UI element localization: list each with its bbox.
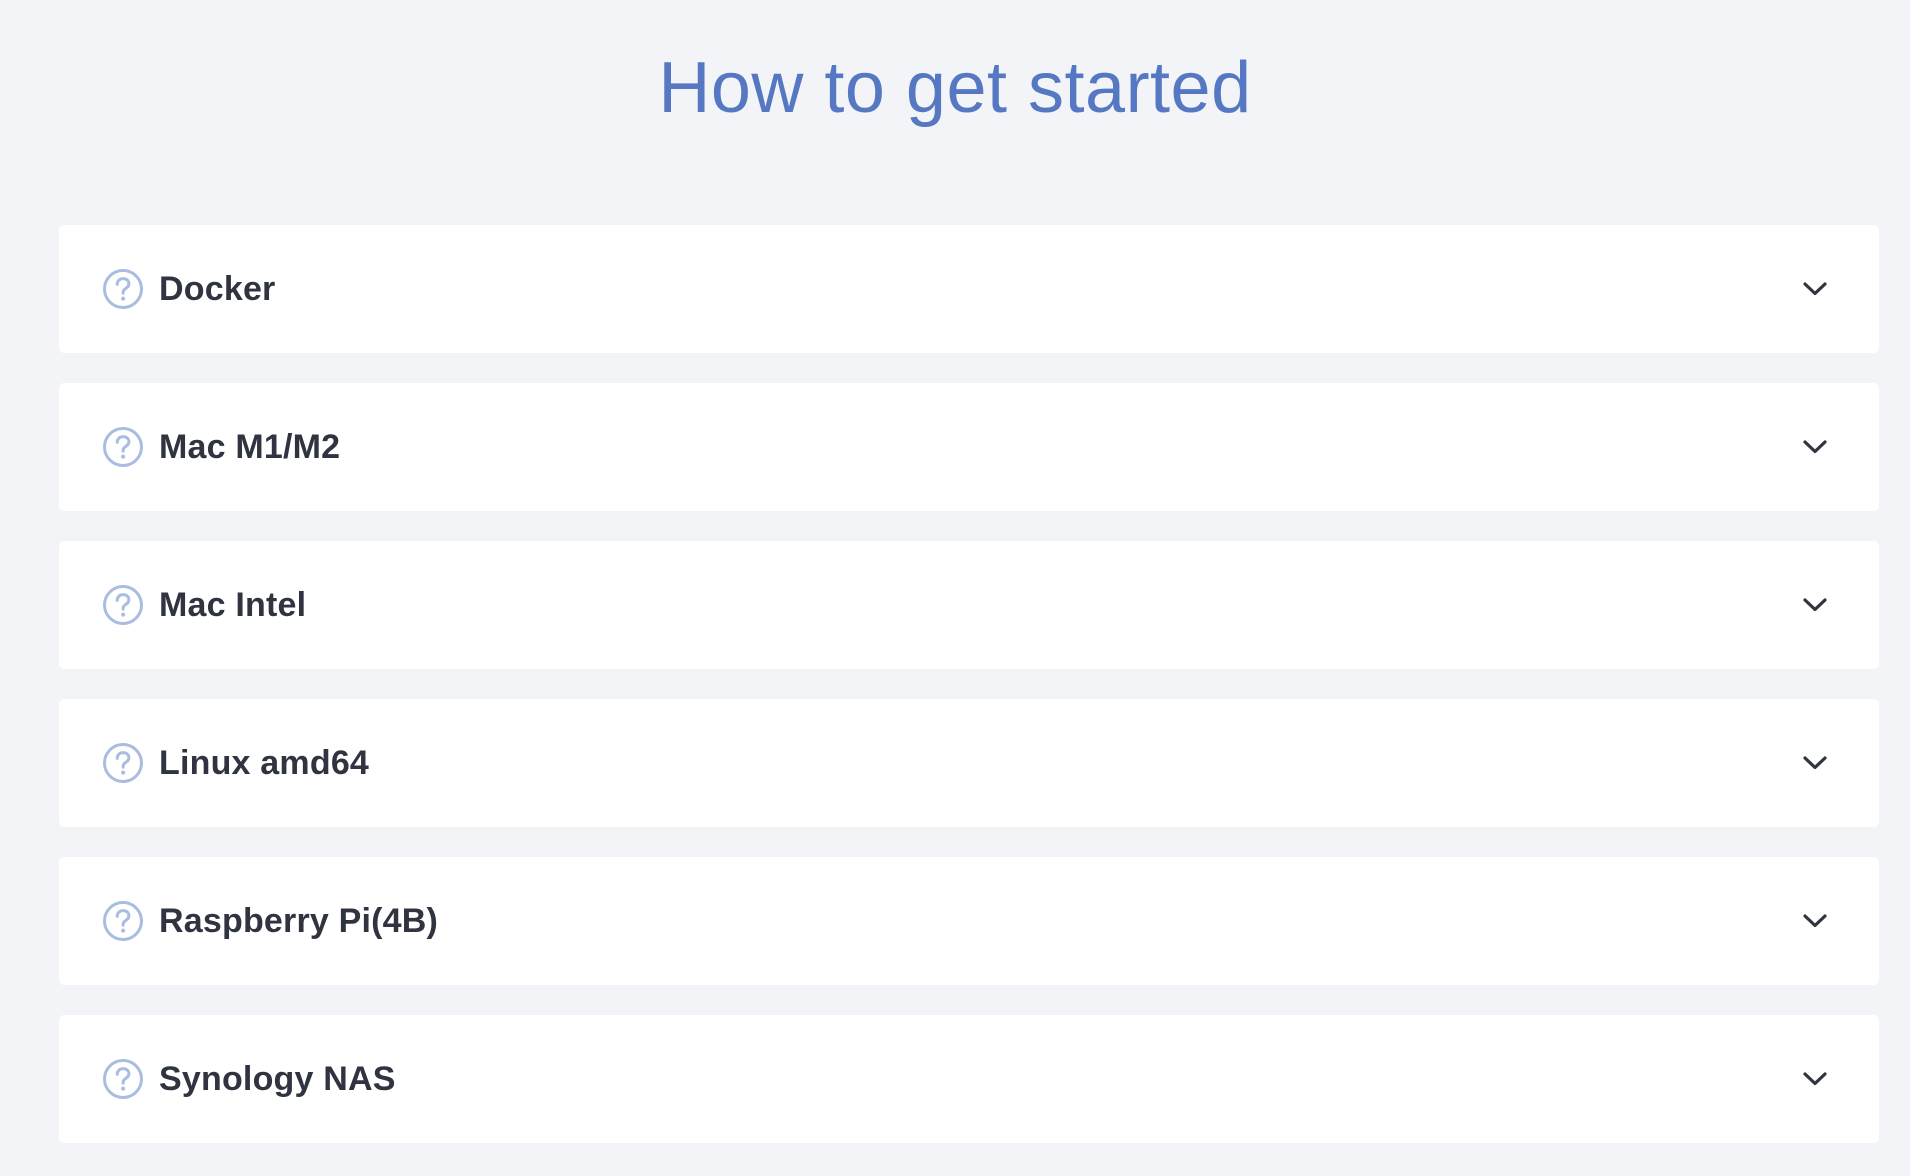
question-circle-icon bbox=[102, 900, 144, 942]
question-circle-icon bbox=[102, 268, 144, 310]
question-circle-icon bbox=[102, 742, 144, 784]
question-circle-icon bbox=[102, 1058, 144, 1100]
faq-item-mac-intel[interactable]: Mac Intel bbox=[59, 541, 1879, 669]
chevron-down-icon[interactable] bbox=[1800, 748, 1830, 778]
question-circle-icon bbox=[102, 584, 144, 626]
faq-item-synology-nas[interactable]: Synology NAS bbox=[59, 1015, 1879, 1143]
faq-item-mac-m1-m2[interactable]: Mac M1/M2 bbox=[59, 383, 1879, 511]
faq-item-label: Mac M1/M2 bbox=[159, 427, 341, 466]
question-circle-icon bbox=[102, 426, 144, 468]
chevron-down-icon[interactable] bbox=[1800, 906, 1830, 936]
chevron-down-icon[interactable] bbox=[1800, 1064, 1830, 1094]
chevron-down-icon[interactable] bbox=[1800, 432, 1830, 462]
faq-item-label: Docker bbox=[159, 269, 276, 308]
faq-item-docker[interactable]: Docker bbox=[59, 225, 1879, 353]
faq-item-label: Synology NAS bbox=[159, 1059, 396, 1098]
faq-item-label: Mac Intel bbox=[159, 585, 307, 624]
faq-item-label: Linux amd64 bbox=[159, 743, 370, 782]
faq-accordion: Docker Mac M1/M2 Mac Intel Linux amd64 R… bbox=[59, 225, 1879, 1143]
chevron-down-icon[interactable] bbox=[1800, 590, 1830, 620]
chevron-down-icon[interactable] bbox=[1800, 274, 1830, 304]
page-title: How to get started bbox=[658, 48, 1252, 128]
faq-item-linux-amd64[interactable]: Linux amd64 bbox=[59, 699, 1879, 827]
page: How to get started Docker Mac M1/M2 Mac … bbox=[0, 0, 1910, 1176]
faq-item-label: Raspberry Pi(4B) bbox=[159, 901, 439, 940]
faq-item-raspberry-pi[interactable]: Raspberry Pi(4B) bbox=[59, 857, 1879, 985]
